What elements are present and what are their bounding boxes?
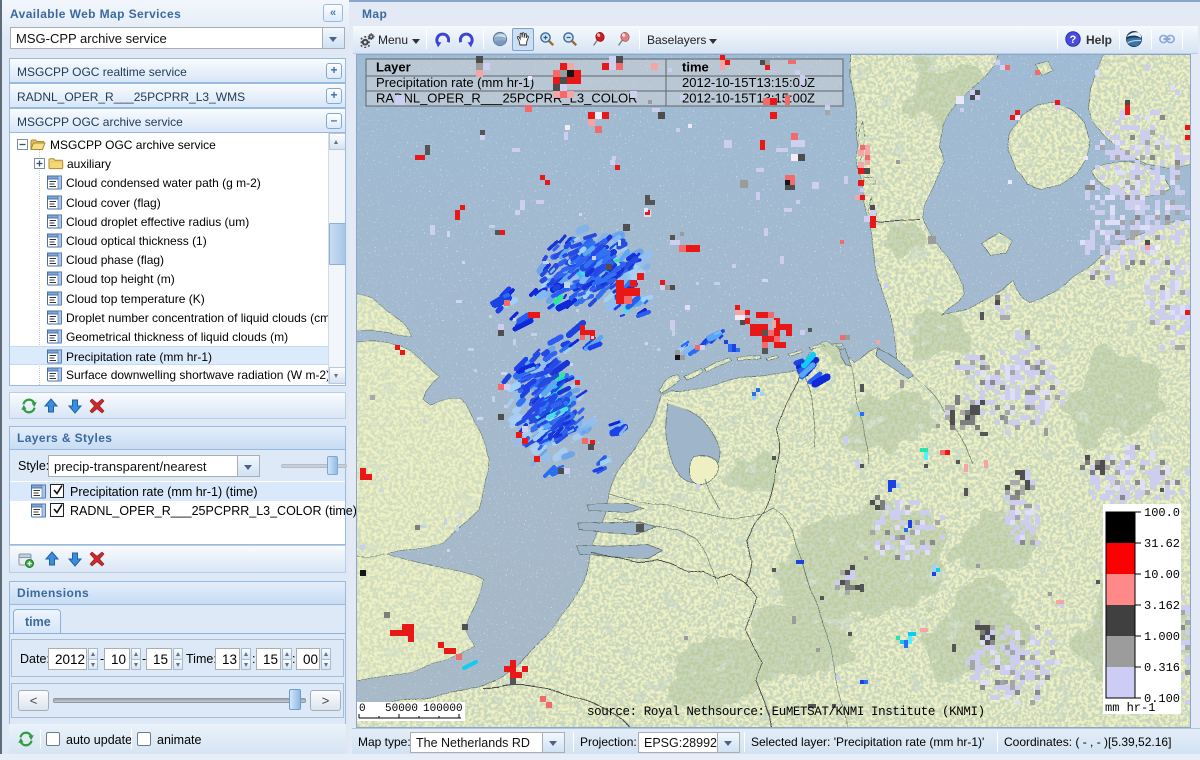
svg-text:100.0: 100.0 (1144, 506, 1180, 520)
svg-text:0.316: 0.316 (1144, 661, 1180, 675)
svg-text:time: time (682, 60, 709, 75)
svg-text:50000: 50000 (385, 703, 418, 715)
svg-text:10.00: 10.00 (1144, 568, 1180, 582)
svg-text:?: ? (1070, 34, 1077, 46)
svg-text:Precipitation rate (mm hr-1): Precipitation rate (mm hr-1) (376, 75, 534, 90)
svg-text:0: 0 (359, 703, 366, 715)
svg-text:2012-10-15T13:15:00Z: 2012-10-15T13:15:00Z (682, 75, 815, 90)
svg-text:mm hr-1: mm hr-1 (1105, 701, 1155, 714)
svg-text:100000: 100000 (423, 703, 463, 715)
svg-text:1.000: 1.000 (1144, 630, 1180, 644)
svg-text:31.62: 31.62 (1144, 537, 1180, 551)
svg-text:Layer: Layer (376, 60, 411, 75)
svg-text:3.162: 3.162 (1144, 599, 1180, 613)
svg-text:RADNL_OPER_R___25PCPRR_L3_COLO: RADNL_OPER_R___25PCPRR_L3_COLOR (376, 91, 638, 106)
svg-text:2012-10-15T13:15:00Z: 2012-10-15T13:15:00Z (682, 91, 815, 106)
